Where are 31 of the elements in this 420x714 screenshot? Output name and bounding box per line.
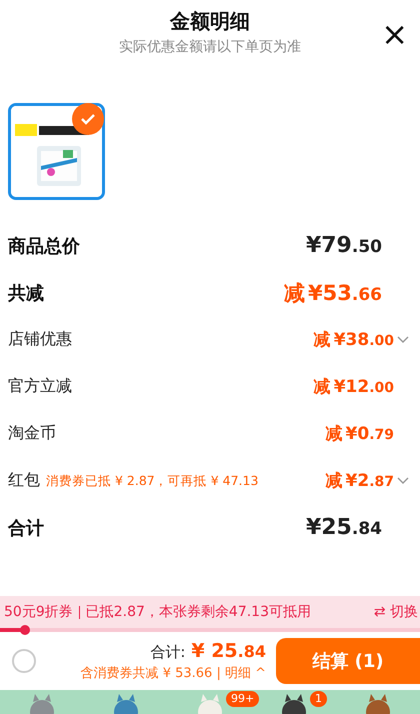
amount-value: 减 ¥12.00 xyxy=(314,376,394,398)
amount-value: ¥25.84 xyxy=(306,515,382,540)
dialog-title: 金额明细 xyxy=(170,8,250,35)
close-button[interactable]: × xyxy=(381,18,408,50)
row-label: 商品总价 xyxy=(8,234,80,258)
amount-value: 减¥53.66 xyxy=(284,280,382,306)
row-label: 官方立减 xyxy=(8,376,72,397)
switch-button[interactable]: ⇄ 切换 xyxy=(374,603,420,621)
chevron-down-icon[interactable] xyxy=(396,476,410,486)
amount-value: ¥79.50 xyxy=(306,233,382,258)
discount-summary[interactable]: 含消费券共减 ¥ 53.66 | 明细 ^ xyxy=(80,664,266,682)
total-label: 合计: xyxy=(150,643,186,662)
amount-value: 减 ¥2.87 xyxy=(326,470,394,492)
row-label: 红包 xyxy=(8,470,40,491)
progress-knob xyxy=(20,625,30,635)
row-label: 共减 xyxy=(8,282,44,304)
count-badge: 99+ xyxy=(226,691,260,707)
total-price: ¥ 25.84 xyxy=(191,640,266,662)
row-label: 淘金币 xyxy=(8,423,56,444)
amount-value: 减 ¥38.00 xyxy=(314,329,394,351)
count-badge: 1 xyxy=(310,691,327,707)
dialog-subtitle: 实际优惠金额请以下单页为准 xyxy=(119,38,301,56)
coupon-info: 50元9折券 已抵2.87，本张券剩余47.13可抵用 xyxy=(4,603,311,621)
row-label: 店铺优惠 xyxy=(8,329,72,350)
chevron-down-icon[interactable] xyxy=(396,334,410,344)
coupon-note: 消费券已抵 ¥ 2.87，可再抵 ¥ 47.13 xyxy=(46,473,258,490)
checkmark-icon xyxy=(80,113,96,125)
row-label: 合计 xyxy=(8,516,44,540)
select-all-radio[interactable] xyxy=(12,649,36,673)
amount-value: 减 ¥0.79 xyxy=(326,423,394,445)
checkout-button[interactable]: 结算 (1) xyxy=(276,638,420,684)
